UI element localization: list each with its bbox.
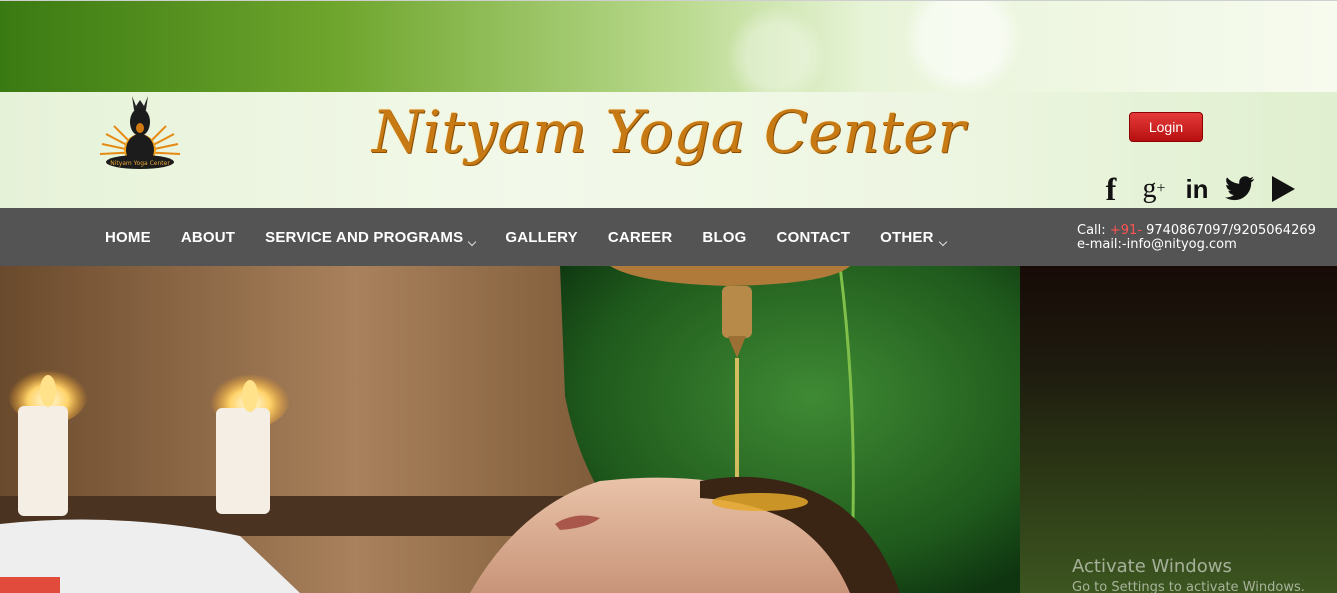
nav-label: CONTACT <box>776 228 851 246</box>
hero-image-shirodhara <box>0 266 1020 593</box>
chevron-down-icon <box>468 237 477 247</box>
chevron-down-icon <box>938 237 947 247</box>
logo[interactable]: Nityam Yoga Center <box>96 92 186 174</box>
site-header: Nityam Yoga Center Nityam Yoga Center Lo… <box>0 92 1337 208</box>
slider-tab[interactable] <box>0 577 60 593</box>
email-line[interactable]: e-mail:-info@nityog.com <box>1077 238 1316 252</box>
nav-item-home[interactable]: HOME <box>90 229 166 246</box>
nav-item-blog[interactable]: BLOG <box>687 229 761 246</box>
call-label: Call: <box>1077 223 1106 238</box>
windows-activation-watermark: Activate Windows Go to Settings to activ… <box>1072 556 1305 593</box>
nav-label: OTHER <box>880 228 934 246</box>
nav-item-contact[interactable]: CONTACT <box>762 229 866 246</box>
country-code: +91- <box>1109 223 1142 238</box>
nav-label: CAREER <box>607 228 673 246</box>
nav-label: SERVICE AND PROGRAMS <box>265 228 464 246</box>
watermark-title: Activate Windows <box>1072 556 1232 577</box>
nav-item-about[interactable]: ABOUT <box>166 229 250 246</box>
nav-item-career[interactable]: CAREER <box>593 229 688 246</box>
watermark-subtitle: Go to Settings to activate Windows. <box>1072 580 1305 593</box>
login-button[interactable]: Login <box>1129 112 1203 142</box>
nav-item-gallery[interactable]: GALLERY <box>490 229 593 246</box>
nav-item-other[interactable]: OTHER <box>865 228 961 247</box>
youtube-play-icon[interactable] <box>1268 174 1298 204</box>
linkedin-icon[interactable]: in <box>1182 174 1212 204</box>
logo-meditation-figure-icon: Nityam Yoga Center <box>99 96 181 169</box>
hero-side-panel <box>1020 266 1337 593</box>
social-links: f g + in <box>1096 172 1298 206</box>
phone-numbers[interactable]: 9740867097/9205064269 <box>1146 223 1316 238</box>
site-title: Nityam Yoga Center <box>372 98 966 166</box>
nav-label: GALLERY <box>505 228 578 246</box>
twitter-icon[interactable] <box>1225 174 1255 204</box>
nav-item-service-and-programs[interactable]: SERVICE AND PROGRAMS <box>250 228 490 247</box>
facebook-icon[interactable]: f <box>1096 173 1126 205</box>
hero-slider: Activate Windows Go to Settings to activ… <box>0 266 1337 593</box>
google-plus-icon[interactable]: g + <box>1139 174 1169 204</box>
contact-info: Call: +91- 9740867097/9205064269 e-mail:… <box>1077 224 1316 252</box>
phone-line: Call: +91- 9740867097/9205064269 <box>1077 224 1316 238</box>
nav-label: HOME <box>105 228 151 246</box>
nav-label: BLOG <box>702 228 747 246</box>
nav-label: ABOUT <box>180 228 236 246</box>
logo-text: Nityam Yoga Center <box>110 160 170 167</box>
top-banner-image <box>0 0 1337 93</box>
